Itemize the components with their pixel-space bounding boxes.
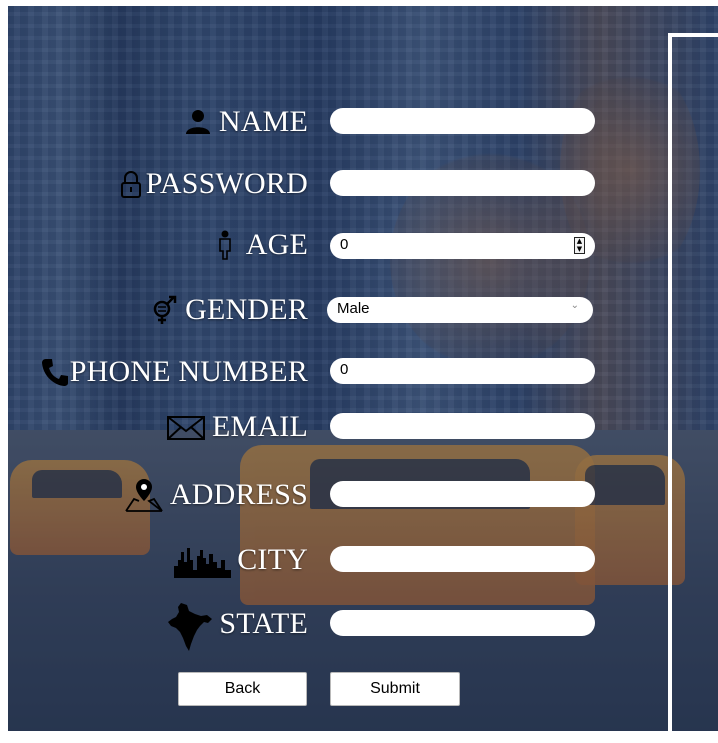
person-standing-icon (210, 230, 240, 260)
gender-selected-value: Male (337, 300, 370, 317)
map-pin-icon (124, 477, 164, 513)
phone-value: 0 (340, 361, 349, 378)
gender-row: GENDER Male ⌄ (0, 290, 610, 330)
state-row: STATE (0, 603, 610, 651)
email-row: EMAIL (0, 407, 610, 447)
phone-label: PHONE NUMBER (69, 355, 308, 388)
age-input[interactable]: 0 ▲ ▼ (330, 233, 595, 259)
phone-input[interactable]: 0 (330, 358, 595, 384)
city-label: CITY (237, 543, 308, 576)
email-input[interactable] (330, 413, 595, 439)
phone-row: PHONE NUMBER 0 (0, 352, 610, 392)
gender-select[interactable]: Male ⌄ (327, 297, 593, 323)
name-input[interactable] (330, 108, 595, 134)
envelope-icon (166, 412, 206, 442)
city-skyline-icon (173, 542, 233, 578)
password-label: PASSWORD (145, 167, 308, 200)
phone-icon (40, 357, 70, 387)
age-stepper[interactable]: ▲ ▼ (574, 237, 585, 254)
gender-icon (149, 295, 179, 325)
state-label: STATE (219, 607, 308, 640)
city-row: CITY (0, 540, 610, 580)
email-label: EMAIL (212, 410, 308, 443)
age-label: AGE (245, 228, 308, 261)
age-row: AGE 0 ▲ ▼ (0, 225, 610, 265)
address-input[interactable] (330, 481, 595, 507)
name-label: NAME (218, 105, 308, 138)
chevron-down-icon[interactable]: ⌄ (571, 300, 579, 311)
city-input[interactable] (330, 546, 595, 572)
address-row: ADDRESS (0, 475, 610, 515)
submit-button[interactable]: Submit (330, 672, 460, 706)
address-label: ADDRESS (169, 478, 308, 511)
age-value: 0 (340, 236, 349, 253)
white-frame-decoration (668, 33, 718, 743)
back-button[interactable]: Back (178, 672, 307, 706)
password-input[interactable] (330, 170, 595, 196)
gender-label: GENDER (185, 293, 308, 326)
india-map-icon (167, 602, 213, 652)
stepper-down-icon[interactable]: ▼ (577, 246, 582, 253)
top-border (0, 0, 718, 6)
state-input[interactable] (330, 610, 595, 636)
stepper-up-icon[interactable]: ▲ (577, 238, 582, 245)
password-row: PASSWORD (0, 164, 610, 204)
person-icon (183, 107, 213, 137)
name-row: NAME (0, 102, 610, 142)
padlock-icon (116, 169, 146, 199)
